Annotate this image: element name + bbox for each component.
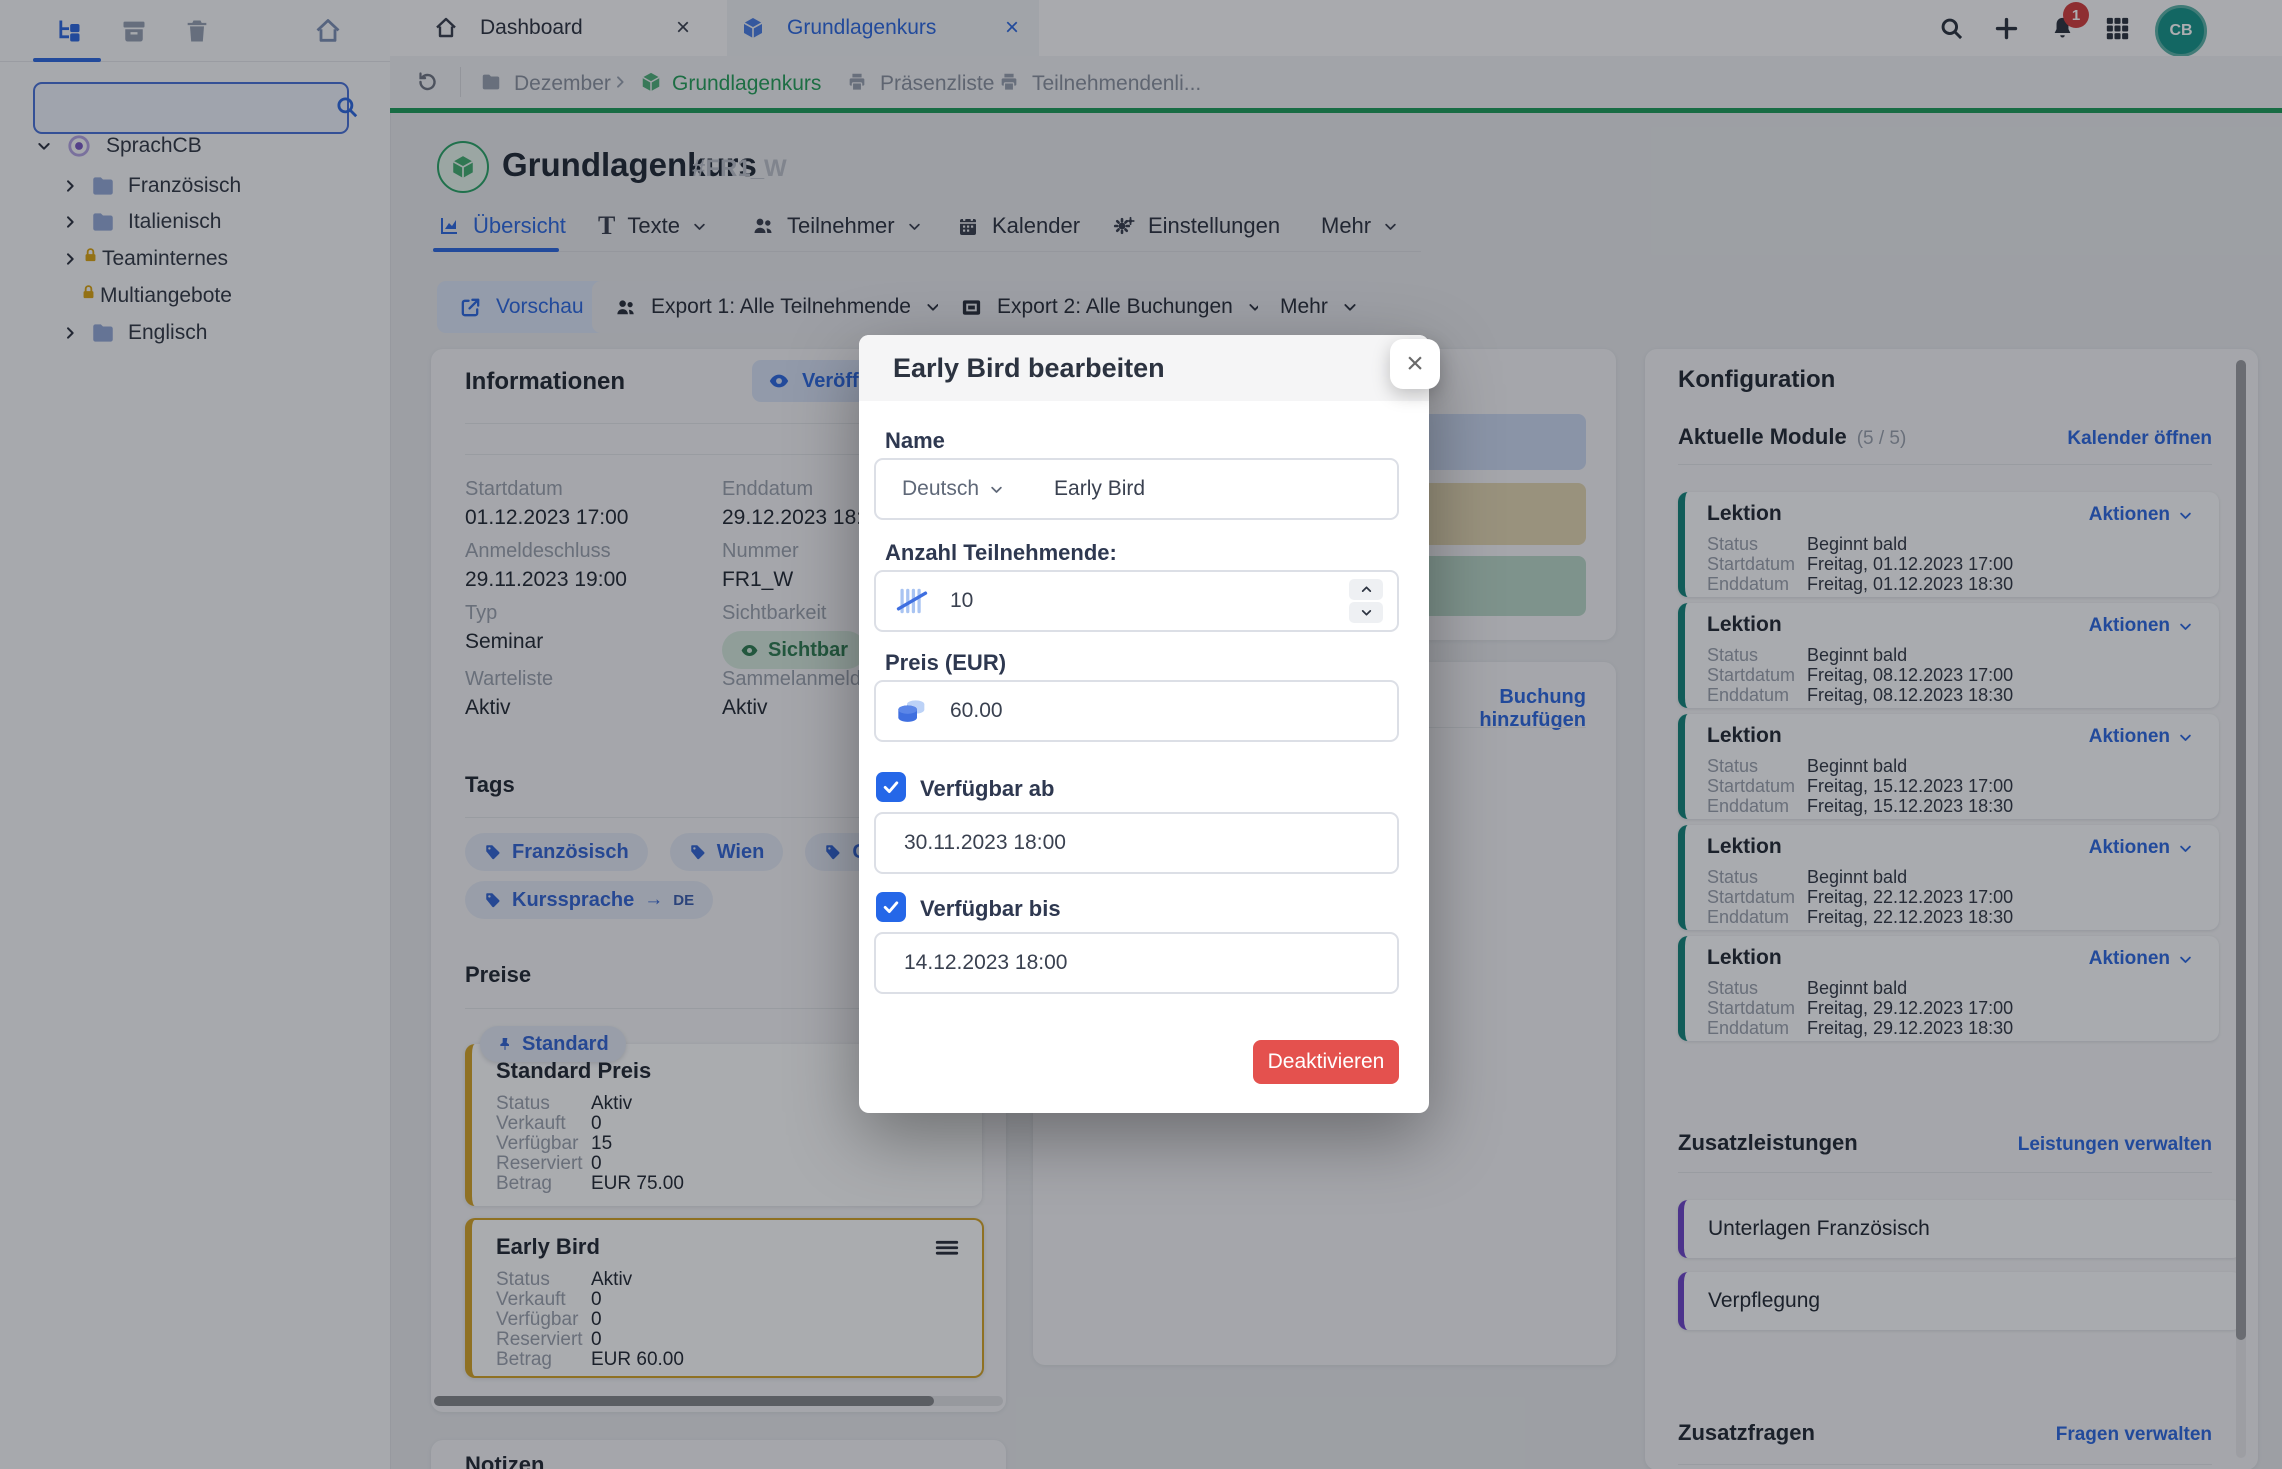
count-input-group <box>874 570 1399 632</box>
participant-count-input[interactable] <box>948 588 1397 614</box>
close-icon: × <box>1406 349 1424 379</box>
tally-icon <box>894 584 930 618</box>
modal-close-button[interactable]: × <box>1390 339 1440 389</box>
deactivate-button[interactable]: Deaktivieren <box>1253 1040 1399 1084</box>
price-name-input[interactable] <box>1052 476 1397 502</box>
available-to-input-group <box>874 932 1399 994</box>
edit-price-modal: Early Bird bearbeiten Name Deutsch Anzah… <box>859 335 1429 1113</box>
available-to-label: Verfügbar bis <box>920 896 1061 922</box>
available-from-label: Verfügbar ab <box>920 776 1054 802</box>
available-from-input[interactable] <box>902 830 1397 856</box>
available-from-checkbox[interactable] <box>876 772 906 802</box>
count-label: Anzahl Teilnehmende: <box>885 540 1117 566</box>
app-window: SprachCB Französisch Italienisch Teamint… <box>0 0 2282 1469</box>
name-label: Name <box>885 428 945 454</box>
available-to-checkbox[interactable] <box>876 892 906 922</box>
chevron-up-icon <box>1360 583 1373 596</box>
coins-icon <box>894 695 928 727</box>
available-to-input[interactable] <box>902 950 1397 976</box>
chevron-down-icon <box>1360 606 1373 619</box>
price-label: Preis (EUR) <box>885 650 1006 676</box>
name-input-group: Deutsch <box>874 458 1399 520</box>
stepper-down-button[interactable] <box>1349 602 1383 623</box>
price-input-group <box>874 680 1399 742</box>
price-amount-input[interactable] <box>948 698 1397 724</box>
language-value: Deutsch <box>902 477 979 501</box>
language-select[interactable]: Deutsch <box>902 477 1004 501</box>
modal-header: Early Bird bearbeiten <box>859 335 1429 401</box>
modal-title: Early Bird bearbeiten <box>893 353 1165 384</box>
stepper-up-button[interactable] <box>1349 579 1383 600</box>
chevron-down-icon <box>989 482 1004 497</box>
available-from-input-group <box>874 812 1399 874</box>
